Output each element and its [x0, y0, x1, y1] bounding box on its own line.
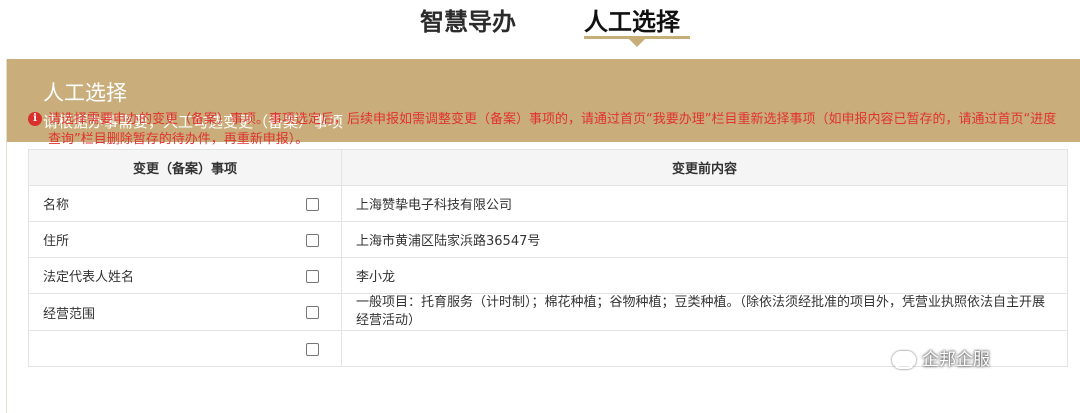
item-checkbox[interactable]	[306, 197, 319, 211]
item-cell	[28, 330, 342, 367]
item-label: 住所	[43, 234, 70, 249]
wechat-icon	[892, 351, 916, 369]
caret-down-icon	[628, 38, 646, 47]
watermark-text: 企邦企服	[922, 350, 990, 370]
table-row: 法定代表人姓名 李小龙	[28, 257, 1068, 294]
item-label: 名称	[43, 198, 70, 213]
content-cell: 上海赞挚电子科技有限公司	[341, 185, 1068, 222]
info-icon: i	[28, 112, 42, 126]
panel-title: 人工选择	[43, 81, 127, 105]
table-row: 经营范围 一般项目：托育服务（计时制）；棉花种植；谷物种植；豆类种植。（除依法须…	[28, 293, 1068, 331]
content-cell: 一般项目：托育服务（计时制）；棉花种植；谷物种植；豆类种植。（除依法须经批准的项…	[341, 293, 1068, 331]
item-cell: 名称	[28, 185, 342, 222]
column-header-content: 变更前内容	[341, 149, 1068, 186]
content-cell: 上海市黄浦区陆家浜路36547号	[341, 221, 1068, 258]
item-cell: 经营范围	[28, 293, 342, 331]
item-label: 法定代表人姓名	[43, 270, 135, 285]
item-checkbox[interactable]	[306, 342, 319, 356]
tab-manual-select[interactable]: 人工选择	[584, 2, 680, 37]
notice-message: i 请选择需要申办的变更（备案）事项。事项选定后，后续申报如需调整变更（备案）事…	[28, 110, 1058, 150]
notice-text: 请选择需要申办的变更（备案）事项。事项选定后，后续申报如需调整变更（备案）事项的…	[48, 112, 1057, 147]
tab-bar: 智慧导办 人工选择	[0, 0, 1080, 58]
column-header-item: 变更（备案）事项	[28, 149, 342, 186]
item-checkbox[interactable]	[306, 269, 319, 283]
table-header-row: 变更（备案）事项 变更前内容	[28, 149, 1068, 186]
content-cell: 李小龙	[341, 257, 1068, 294]
item-cell: 法定代表人姓名	[28, 257, 342, 294]
item-checkbox[interactable]	[306, 233, 319, 247]
table-row: 名称 上海赞挚电子科技有限公司	[28, 185, 1068, 222]
item-cell: 住所	[28, 221, 342, 258]
item-label: 经营范围	[43, 306, 96, 322]
watermark: 企邦企服	[892, 345, 990, 370]
table-row: 住所 上海市黄浦区陆家浜路36547号	[28, 221, 1068, 258]
change-items-table: 变更（备案）事项 变更前内容 名称 上海赞挚电子科技有限公司 住所 上海市黄浦区…	[28, 149, 1068, 367]
item-checkbox[interactable]	[306, 306, 319, 319]
tab-smart-guide[interactable]: 智慧导办	[420, 2, 516, 37]
